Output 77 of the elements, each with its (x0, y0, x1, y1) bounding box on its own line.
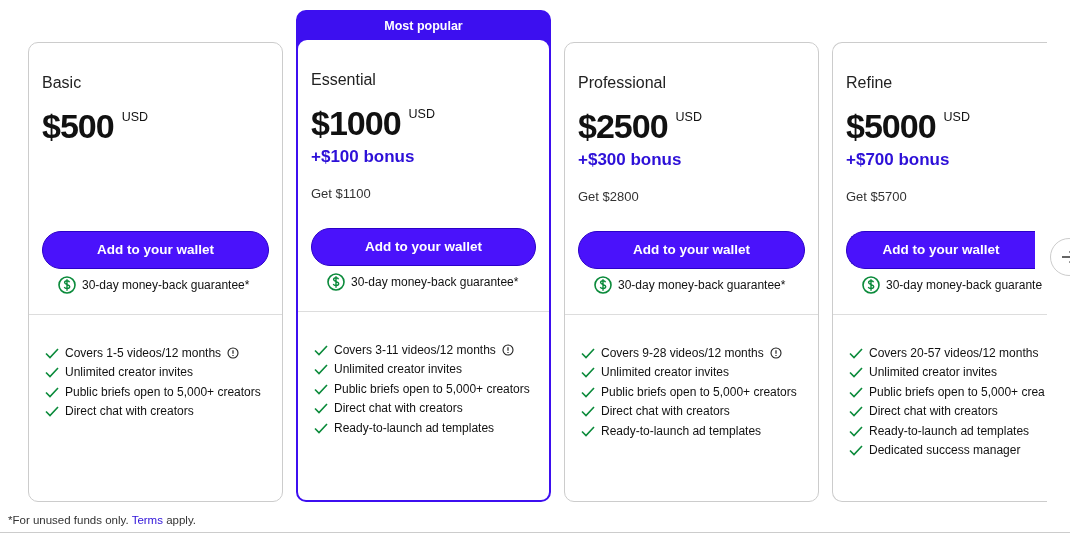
check-icon (45, 385, 59, 398)
bonus-text: +$300 bonus (578, 149, 683, 171)
feature-text: Covers 3-11 videos/12 months (334, 341, 496, 359)
feature-text: Public briefs open to 5,000+ creators (65, 383, 261, 401)
feature-text: Unlimited creator invites (601, 364, 730, 382)
guarantee-text: 30-day money-back guarantee* (618, 277, 786, 294)
check-icon (314, 402, 328, 415)
total-text: Get $2800 (578, 187, 640, 206)
plan-name: Professional (578, 73, 668, 93)
info-icon (227, 346, 240, 359)
feature-text: Direct chat with creators (65, 403, 194, 421)
check-icon (314, 363, 328, 376)
check-icon (849, 366, 863, 379)
plan-price: $1000 (311, 104, 401, 142)
plan-name: Refine (846, 73, 894, 93)
check-icon (849, 424, 863, 437)
check-icon (581, 366, 595, 379)
add-to-wallet-button[interactable]: Add to your wallet (578, 231, 805, 269)
total-text: Get $5700 (846, 187, 908, 206)
currency-label: USD (675, 110, 702, 124)
check-icon (45, 366, 59, 379)
footnote-text: *For unused funds only. (8, 514, 129, 526)
bonus-text: +$700 bonus (846, 149, 951, 171)
bonus-text: +$100 bonus (311, 146, 416, 168)
add-to-wallet-button[interactable]: Add to your wallet (846, 231, 1035, 269)
dollar-icon (327, 273, 345, 291)
dollar-icon (58, 276, 76, 294)
check-icon (314, 343, 328, 356)
currency-label: USD (408, 107, 435, 121)
plan-name: Basic (42, 73, 83, 93)
guarantee-text: 30-day money-back guarantee* (82, 277, 250, 294)
feature-text: Public briefs open to 5,000+ crea (869, 383, 1045, 401)
info-icon (769, 346, 782, 359)
info-icon (501, 343, 514, 356)
check-icon (581, 424, 595, 437)
plan-price: $500 (42, 107, 114, 145)
plan-price: $5000 (846, 107, 936, 145)
feature-text: Public briefs open to 5,000+ creators (601, 383, 797, 401)
feature-text: Direct chat with creators (601, 403, 730, 421)
currency-label: USD (943, 110, 970, 124)
feature-text: Unlimited creator invites (65, 364, 194, 382)
check-icon (314, 382, 328, 395)
plan-name: Essential (311, 70, 377, 90)
guarantee-text: 30-day money-back guarantee* (351, 274, 519, 291)
feature-text: Unlimited creator invites (334, 361, 463, 379)
feature-text: Ready-to-launch ad templates (869, 422, 1030, 440)
check-icon (849, 385, 863, 398)
terms-link[interactable]: Terms (131, 514, 163, 526)
feature-text: Direct chat with creators (334, 400, 463, 418)
feature-text: Unlimited creator invites (869, 364, 998, 382)
feature-text: Covers 9-28 videos/12 months (601, 344, 764, 362)
check-icon (849, 444, 863, 457)
popular-label: Most popular (383, 18, 464, 35)
check-icon (581, 405, 595, 418)
dollar-icon (594, 276, 612, 294)
feature-text: Public briefs open to 5,000+ creators (334, 380, 530, 398)
check-icon (849, 405, 863, 418)
check-icon (314, 421, 328, 434)
add-to-wallet-button[interactable]: Add to your wallet (42, 231, 269, 269)
feature-text: Covers 20-57 videos/12 months (869, 344, 1039, 362)
check-icon (581, 346, 595, 359)
feature-text: Ready-to-launch ad templates (334, 419, 495, 437)
dollar-icon (862, 276, 880, 294)
footnote-text: apply. (166, 514, 196, 526)
feature-text: Dedicated success manager (869, 442, 1021, 460)
currency-label: USD (121, 110, 149, 124)
check-icon (45, 405, 59, 418)
check-icon (45, 346, 59, 359)
total-text: Get $1100 (311, 184, 372, 203)
feature-text: Ready-to-launch ad templates (601, 422, 762, 440)
feature-text: Covers 1-5 videos/12 months (65, 344, 222, 362)
guarantee-text: 30-day money-back guarante (886, 277, 1043, 294)
check-icon (581, 385, 595, 398)
add-to-wallet-button[interactable]: Add to your wallet (311, 228, 536, 266)
check-icon (849, 346, 863, 359)
plan-price: $2500 (578, 107, 668, 145)
feature-text: Direct chat with creators (869, 403, 998, 421)
